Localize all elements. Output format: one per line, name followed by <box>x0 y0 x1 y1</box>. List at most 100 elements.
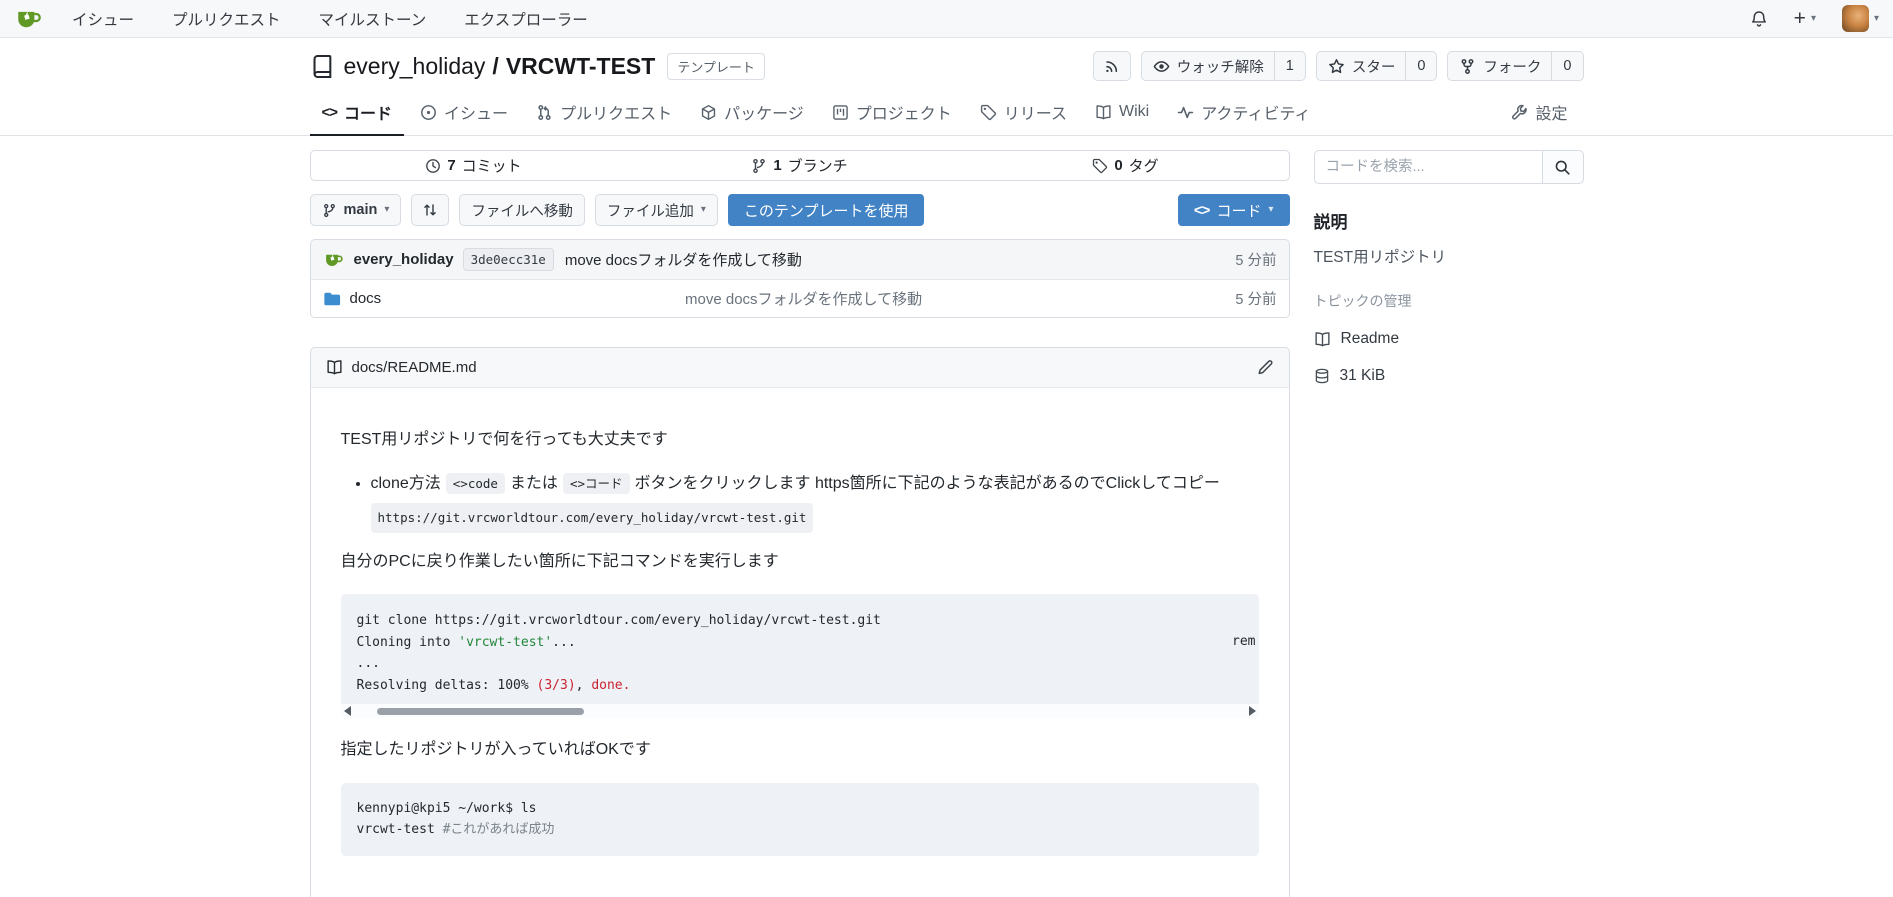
tags-label: タグ <box>1129 155 1159 176</box>
search-icon <box>1554 159 1571 176</box>
branch-selector[interactable]: main ▾ <box>310 194 402 226</box>
readme-filename: docs/README.md <box>352 359 477 376</box>
nav-item-issues[interactable]: イシュー <box>72 8 134 30</box>
commit-message[interactable]: move docsフォルダを作成して移動 <box>565 249 802 270</box>
repo-size[interactable]: 31 KiB <box>1314 367 1584 385</box>
file-commit-message[interactable]: move docsフォルダを作成して移動 <box>685 288 1235 309</box>
branches-count: 1 <box>773 157 781 174</box>
chevron-down-icon: ▾ <box>1268 205 1273 215</box>
manage-topics-link[interactable]: トピックの管理 <box>1314 291 1584 311</box>
tab-settings[interactable]: 設定 <box>1499 90 1579 136</box>
chevron-down-icon: ▾ <box>384 205 389 215</box>
code-toolbar: main ▾ ファイルへ移動 ファイル追加 ▾ このテンプレートを使用 <box>310 194 1290 226</box>
chevron-down-icon: ▾ <box>1811 14 1816 24</box>
fork-count[interactable]: 0 <box>1551 52 1571 80</box>
book-icon <box>1314 331 1331 348</box>
repo-owner-link[interactable]: every_holiday <box>344 53 486 80</box>
file-name-link[interactable]: docs <box>350 290 382 307</box>
list-text: clone方法 <box>371 475 441 492</box>
rss-icon <box>1104 58 1120 74</box>
branches-link[interactable]: 1 ブランチ <box>637 151 963 180</box>
size-label: 31 KiB <box>1340 367 1386 385</box>
tag-icon <box>1092 158 1108 174</box>
tab-releases[interactable]: リリース <box>968 90 1079 136</box>
create-new-button[interactable]: + ▾ <box>1794 8 1816 29</box>
notifications-button[interactable] <box>1750 10 1768 28</box>
repo-name-link[interactable]: VRCWT-TEST <box>506 53 656 80</box>
tab-label: パッケージ <box>724 100 804 124</box>
pencil-icon <box>1257 359 1274 376</box>
nav-item-pull-requests[interactable]: プルリクエスト <box>172 8 281 30</box>
tab-label: プルリクエスト <box>560 100 672 124</box>
history-icon <box>425 158 441 174</box>
avatar <box>1842 5 1869 32</box>
code-clone-button[interactable]: <> コード ▾ <box>1178 194 1290 226</box>
code-search-input[interactable] <box>1314 150 1542 184</box>
star-count[interactable]: 0 <box>1405 52 1425 80</box>
repo-header: every_holiday / VRCWT-TEST テンプレート ウォッチ解除… <box>0 38 1893 136</box>
use-template-button[interactable]: このテンプレートを使用 <box>728 194 925 226</box>
goto-file-button[interactable]: ファイルへ移動 <box>459 194 585 226</box>
scrollbar-track[interactable] <box>351 704 1249 718</box>
commit-author-avatar[interactable] <box>323 249 345 271</box>
tab-packages[interactable]: パッケージ <box>688 90 816 136</box>
fork-button[interactable]: フォーク 0 <box>1447 51 1583 81</box>
add-file-button[interactable]: ファイル追加 ▾ <box>595 194 718 226</box>
unwatch-button[interactable]: ウォッチ解除 1 <box>1141 51 1306 81</box>
gitea-logo[interactable] <box>14 4 44 34</box>
compare-button[interactable] <box>411 194 449 226</box>
horizontal-scrollbar[interactable] <box>341 704 1259 718</box>
tab-projects[interactable]: プロジェクト <box>820 90 964 136</box>
commits-link[interactable]: 7 コミット <box>311 151 637 180</box>
rss-button[interactable] <box>1093 51 1131 81</box>
clone-url-code: https://git.vrcworldtour.com/every_holid… <box>371 503 814 533</box>
nav-item-milestones[interactable]: マイルストーン <box>319 8 427 30</box>
tab-label: リリース <box>1004 100 1067 124</box>
star-button[interactable]: スター 0 <box>1316 51 1438 81</box>
folder-icon <box>323 291 341 307</box>
code-line: kennypi@kpi5 ~/work$ ls <box>357 798 1243 819</box>
list-text: ボタンをクリックします https箇所に下記のような表記があるのでClickして… <box>635 475 1220 492</box>
code-button-label: コード <box>1216 200 1261 221</box>
code-line: Resolving deltas: 100% (3/3), done. <box>357 675 1243 696</box>
nav-item-explore[interactable]: エクスプローラー <box>464 8 588 30</box>
tags-link[interactable]: 0 タグ <box>963 151 1289 180</box>
tab-pull-requests[interactable]: プルリクエスト <box>524 90 684 136</box>
user-menu[interactable]: ▾ <box>1842 5 1879 32</box>
edit-readme-button[interactable] <box>1257 359 1274 376</box>
search-button[interactable] <box>1542 150 1584 184</box>
activity-icon <box>1177 104 1194 121</box>
scrollbar-thumb[interactable] <box>377 708 584 715</box>
top-navbar: イシュー プルリクエスト マイルストーン エクスプローラー + ▾ ▾ <box>0 0 1893 38</box>
commit-hash[interactable]: 3de0ecc31e <box>463 248 554 271</box>
project-icon <box>832 104 849 121</box>
readme-paragraph: 指定したリポジトリが入っていればOKです <box>341 738 1259 763</box>
scroll-left-arrow[interactable] <box>344 706 351 716</box>
commit-author[interactable]: every_holiday <box>354 251 454 268</box>
file-row[interactable]: docs move docsフォルダを作成して移動 5 分前 <box>311 279 1289 317</box>
branches-label: ブランチ <box>788 155 848 176</box>
readme-label: Readme <box>1341 330 1400 348</box>
tab-issues[interactable]: イシュー <box>408 90 520 136</box>
scroll-right-arrow[interactable] <box>1249 706 1256 716</box>
watch-count[interactable]: 1 <box>1274 52 1294 80</box>
tab-wiki[interactable]: Wiki <box>1083 90 1161 136</box>
commits-label: コミット <box>462 155 522 176</box>
tab-activity[interactable]: アクティビティ <box>1165 90 1322 136</box>
latest-commit-row: every_holiday 3de0ecc31e move docsフォルダを作… <box>311 240 1289 279</box>
goto-file-label: ファイルへ移動 <box>471 200 573 221</box>
compare-icon <box>422 202 438 218</box>
commits-count: 7 <box>447 157 455 174</box>
database-icon <box>1314 368 1330 384</box>
repo-icon <box>310 54 335 79</box>
readme-section-heading: リポジトリごとの設定 <box>341 892 1259 897</box>
wrench-icon <box>1511 104 1528 121</box>
truncated-code-text: rem <box>1232 631 1255 652</box>
tab-label: イシュー <box>444 100 508 124</box>
readme-paragraph: TEST用リポジトリで何を行っても大丈夫です <box>341 428 1259 453</box>
fork-icon <box>1459 58 1476 75</box>
title-separator: / <box>492 53 498 80</box>
tab-code[interactable]: <> コード <box>310 90 405 136</box>
eye-icon <box>1153 58 1170 75</box>
readme-link[interactable]: Readme <box>1314 330 1584 348</box>
